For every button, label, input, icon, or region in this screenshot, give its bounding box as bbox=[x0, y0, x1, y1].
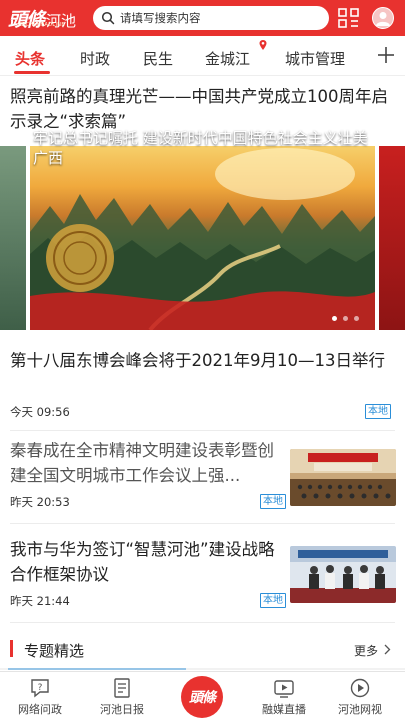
logo-subtitle: HECHI HEADLINE bbox=[18, 22, 65, 28]
banner-caption[interactable]: 牢记总书记嘱托 建设新时代中国特色社会主义壮美广西 bbox=[33, 128, 373, 168]
nav-label: 网络问政 bbox=[18, 703, 62, 716]
newspaper-icon bbox=[114, 678, 130, 698]
nav-hechi-tv[interactable]: 河池网视 bbox=[320, 677, 400, 717]
banner-prev-slide[interactable] bbox=[0, 146, 26, 330]
svg-text:?: ? bbox=[38, 683, 43, 693]
grid-menu-icon[interactable] bbox=[338, 8, 360, 28]
divider bbox=[10, 523, 395, 524]
nav-label: 融媒直播 bbox=[262, 703, 306, 716]
local-badge: 本地 bbox=[365, 404, 391, 419]
tab-politics[interactable]: 时政 bbox=[80, 48, 110, 69]
meeting-hall-image bbox=[290, 449, 396, 506]
article-thumbnail[interactable] bbox=[290, 546, 396, 603]
carousel-indicator bbox=[332, 316, 359, 321]
local-badge: 本地 bbox=[260, 494, 286, 509]
local-badge: 本地 bbox=[260, 593, 286, 608]
chevron-right-icon[interactable] bbox=[383, 644, 391, 655]
article-time: 昨天 21:44 bbox=[10, 594, 70, 608]
tab-headlines[interactable]: 头条 bbox=[15, 48, 45, 69]
lead-headline[interactable]: 照亮前路的真理光芒——中国共产党成立100周年启示录之“求索篇” bbox=[10, 84, 398, 134]
nav-label: 河池网视 bbox=[338, 703, 382, 716]
divider bbox=[10, 622, 395, 623]
location-pin-icon bbox=[259, 40, 267, 50]
video-icon bbox=[350, 678, 370, 698]
banner-image[interactable] bbox=[30, 146, 375, 330]
add-channel-icon[interactable] bbox=[376, 45, 396, 65]
nav-home-logo[interactable]: 頭條 bbox=[181, 676, 223, 718]
nav-hechi-daily[interactable]: 河池日报 bbox=[82, 677, 162, 717]
nav-label: 河池日报 bbox=[100, 703, 144, 716]
active-tab-indicator bbox=[14, 71, 50, 74]
tab-city-management[interactable]: 城市管理 bbox=[285, 48, 345, 69]
question-icon: ? bbox=[31, 679, 49, 698]
featured-section-title: 专题精选 bbox=[24, 642, 85, 660]
search-bar[interactable] bbox=[93, 6, 329, 30]
channel-tabs: 头条 时政 民生 金城江 城市管理 bbox=[0, 36, 405, 76]
nav-online-inquiry[interactable]: ? 网络问政 bbox=[0, 677, 80, 717]
karst-landscape-image bbox=[30, 148, 375, 330]
article-title[interactable]: 第十八届东博会峰会将于2021年9月10—13日举行 bbox=[10, 348, 398, 373]
banner-carousel[interactable] bbox=[0, 146, 405, 330]
tab-jinchengjiang[interactable]: 金城江 bbox=[205, 48, 250, 69]
carousel-dot bbox=[354, 316, 359, 321]
user-icon bbox=[376, 12, 390, 26]
carousel-dot bbox=[343, 316, 348, 321]
article-title[interactable]: 我市与华为签订“智慧河池”建设战略合作框架协议 bbox=[10, 537, 282, 587]
avatar[interactable] bbox=[372, 7, 394, 29]
carousel-dot bbox=[332, 316, 337, 321]
article-time: 昨天 20:53 bbox=[10, 495, 70, 509]
search-input[interactable] bbox=[120, 11, 310, 25]
article-time: 今天 09:56 bbox=[10, 405, 70, 419]
app-header: 頭條 河池 HECHI HEADLINE bbox=[0, 0, 405, 36]
banner-next-slide[interactable] bbox=[379, 146, 405, 330]
featured-scroll-indicator bbox=[8, 668, 186, 670]
more-link[interactable]: 更多 bbox=[354, 642, 378, 659]
section-marker bbox=[10, 640, 13, 657]
divider bbox=[10, 430, 395, 431]
play-icon bbox=[274, 680, 294, 698]
signing-ceremony-image bbox=[290, 546, 396, 603]
article-title[interactable]: 秦春成在全市精神文明建设表彰暨创建全国文明城市工作会议上强... bbox=[10, 438, 282, 488]
nav-media-live[interactable]: 融媒直播 bbox=[244, 677, 324, 717]
search-icon bbox=[101, 11, 115, 25]
tab-livelihood[interactable]: 民生 bbox=[143, 48, 173, 69]
article-thumbnail[interactable] bbox=[290, 449, 396, 506]
